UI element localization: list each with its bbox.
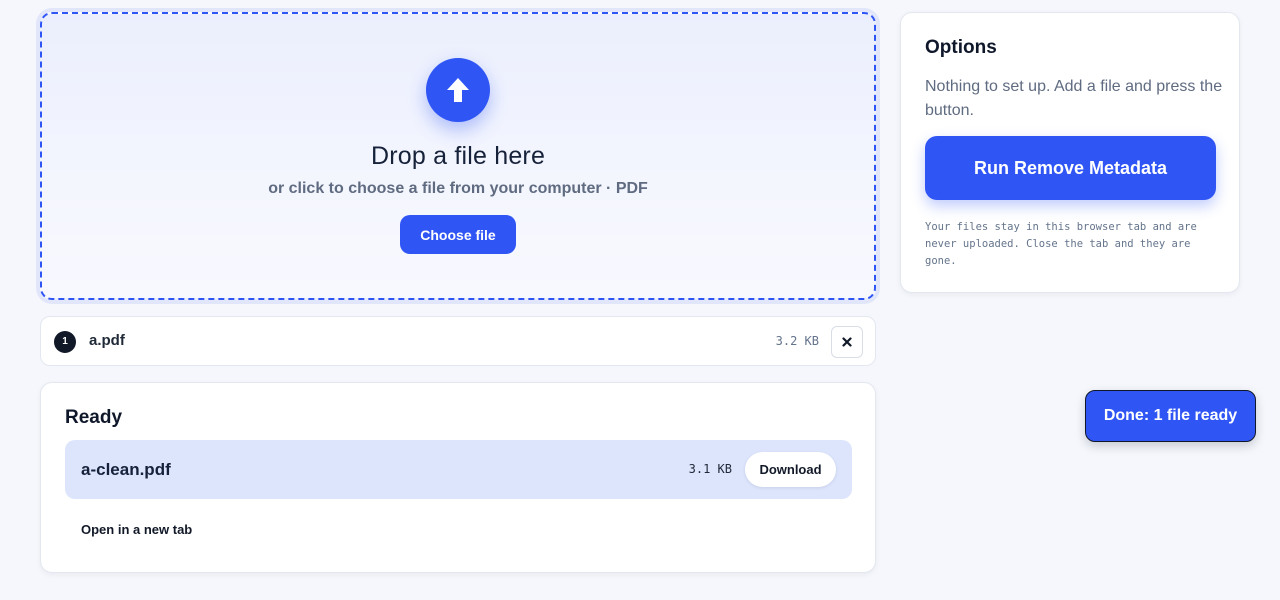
status-toast: Done: 1 file ready [1085, 390, 1256, 442]
remove-file-button[interactable] [831, 326, 863, 358]
file-size: 3.2 KB [775, 334, 819, 348]
file-index-badge: 1 [54, 331, 76, 353]
open-in-new-tab-link[interactable]: Open in a new tab [81, 522, 192, 537]
dropzone-subtitle: or click to choose a file from your comp… [268, 180, 648, 197]
result-file-name: a-clean.pdf [81, 460, 171, 479]
upload-arrow-icon [426, 58, 490, 122]
page: Drop a file here or click to choose a fi… [0, 0, 1280, 600]
options-panel: Options Nothing to set up. Add a file an… [900, 12, 1240, 293]
options-description: Nothing to set up. Add a file and press … [925, 78, 1223, 119]
download-button[interactable]: Download [745, 452, 836, 487]
file-name: a.pdf [89, 332, 125, 349]
results-card: Ready a-clean.pdf 3.1 KB Download Open i… [40, 382, 876, 573]
privacy-note: Your files stay in this browser tab and … [925, 221, 1197, 267]
dropzone-title: Drop a file here [370, 142, 546, 170]
options-title: Options [925, 37, 997, 58]
result-file-size: 3.1 KB [688, 462, 732, 476]
file-dropzone[interactable]: Drop a file here or click to choose a fi… [40, 12, 876, 300]
result-item: a-clean.pdf 3.1 KB Download [65, 440, 852, 499]
file-list-item: 1 a.pdf 3.2 KB [40, 316, 876, 366]
close-icon [842, 337, 852, 347]
choose-file-button[interactable]: Choose file [400, 215, 516, 254]
run-remove-metadata-button[interactable]: Run Remove Metadata [925, 136, 1216, 200]
results-title: Ready [65, 407, 123, 428]
